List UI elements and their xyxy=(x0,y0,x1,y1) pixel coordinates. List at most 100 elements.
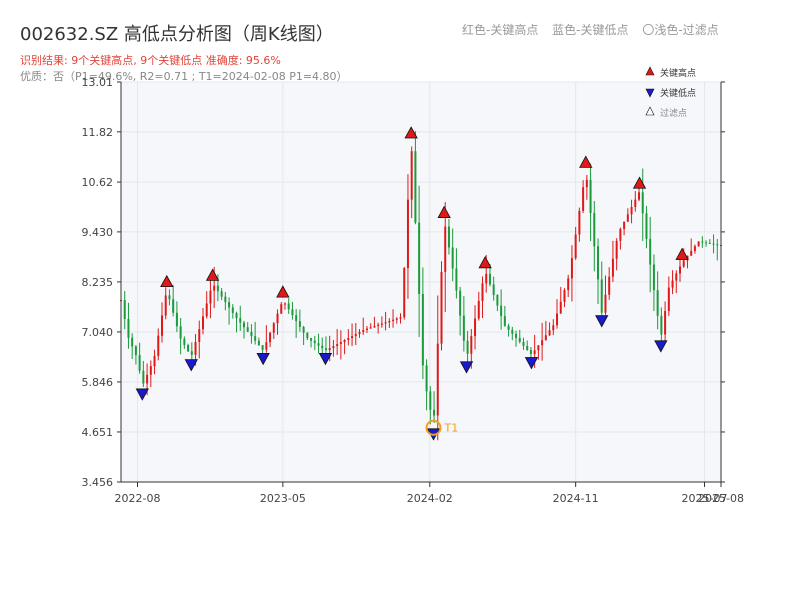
y-tick-label: 9.430 xyxy=(82,226,114,239)
candle-body xyxy=(142,370,145,384)
candle-body xyxy=(313,340,316,344)
candle-body xyxy=(697,241,700,247)
candle-body xyxy=(231,307,234,313)
candle-body xyxy=(123,300,126,319)
candle-body xyxy=(600,279,603,313)
candle-body xyxy=(708,242,711,244)
candle-body xyxy=(235,312,238,319)
candle-body xyxy=(485,273,488,284)
candle-body xyxy=(302,326,305,333)
x-tick-label: 2025-08 xyxy=(698,492,744,505)
candle-body xyxy=(675,273,678,281)
x-tick-label: 2023-05 xyxy=(260,492,306,505)
candle-body xyxy=(615,240,618,259)
candle-body xyxy=(660,315,663,335)
candle-body xyxy=(418,222,421,294)
t1-label: T1 xyxy=(444,422,459,435)
candle-body xyxy=(559,301,562,314)
candle-body xyxy=(283,303,286,305)
candle-body xyxy=(705,242,708,244)
y-tick-label: 13.01 xyxy=(82,76,114,89)
candle-body xyxy=(287,303,290,310)
candle-body xyxy=(239,318,242,323)
candle-body xyxy=(623,221,626,229)
candle-body xyxy=(358,332,361,335)
candle-body xyxy=(224,296,227,303)
candle-body xyxy=(466,340,469,354)
candle-body xyxy=(250,331,253,337)
candle-body xyxy=(190,351,193,355)
candle-body xyxy=(351,336,354,339)
candle-body xyxy=(667,287,670,312)
candle-body xyxy=(477,300,480,319)
candle-body xyxy=(194,341,197,355)
candle-body xyxy=(693,246,696,251)
candle-body xyxy=(701,241,704,243)
y-tick-label: 7.040 xyxy=(82,326,114,339)
candle-body xyxy=(131,337,134,347)
candle-body xyxy=(589,179,592,214)
candle-body xyxy=(179,326,182,339)
y-tick-label: 4.651 xyxy=(82,426,114,439)
candle-body xyxy=(310,338,313,341)
candle-body xyxy=(213,285,216,291)
candle-body xyxy=(626,214,629,222)
candle-body xyxy=(455,268,458,291)
candle-body xyxy=(597,246,600,280)
candle-body xyxy=(321,345,324,349)
candle-body xyxy=(216,285,219,292)
candle-body xyxy=(656,290,659,316)
candle-body xyxy=(291,309,294,316)
candle-body xyxy=(365,328,368,331)
candle-body xyxy=(671,280,674,288)
candle-body xyxy=(578,210,581,235)
candle-body xyxy=(518,337,521,342)
legend-label: 关键低点 xyxy=(660,87,696,99)
candle-body xyxy=(187,344,190,352)
candle-body xyxy=(228,302,231,308)
candle-body xyxy=(265,342,268,350)
candle-body xyxy=(630,206,633,215)
candle-body xyxy=(429,391,432,410)
candle-body xyxy=(507,325,510,330)
candle-body xyxy=(164,295,167,316)
candle-body xyxy=(585,179,588,188)
legend-label: 过滤点 xyxy=(660,107,687,119)
candle-body xyxy=(503,316,506,326)
candle-body xyxy=(574,234,577,259)
candle-body xyxy=(343,340,346,343)
candle-body xyxy=(522,341,525,346)
candle-body xyxy=(138,355,141,371)
candle-body xyxy=(324,348,327,351)
candle-body xyxy=(682,260,685,267)
candle-body xyxy=(410,151,413,200)
candle-body xyxy=(712,243,715,245)
candle-body xyxy=(354,334,357,337)
candle-body xyxy=(380,323,383,325)
candlestick-chart: T1 3.456 4.651 5.846 7.040 8.235 9.430 10.62 11… xyxy=(82,66,744,505)
candle-body xyxy=(201,316,204,330)
candle-body xyxy=(488,273,491,285)
legend-high-icon xyxy=(645,66,655,76)
candle-body xyxy=(638,192,641,200)
candle-body xyxy=(492,284,495,296)
candle-body xyxy=(611,258,614,277)
candle-body xyxy=(175,312,178,327)
candle-body xyxy=(474,318,477,337)
candle-body xyxy=(459,290,462,316)
candle-body xyxy=(306,332,309,339)
candle-body xyxy=(563,290,566,302)
candle-body xyxy=(462,315,465,341)
candle-body xyxy=(146,374,149,384)
candle-body xyxy=(533,350,536,354)
candle-body xyxy=(369,327,372,329)
candle-body xyxy=(172,299,175,313)
candle-body xyxy=(541,340,544,346)
candle-body xyxy=(634,199,637,207)
candle-body xyxy=(198,329,201,342)
candle-body xyxy=(336,344,339,347)
y-tick-label: 5.846 xyxy=(82,376,114,389)
candle-body xyxy=(395,318,398,320)
candle-body xyxy=(246,327,249,332)
candle-body xyxy=(209,290,212,304)
